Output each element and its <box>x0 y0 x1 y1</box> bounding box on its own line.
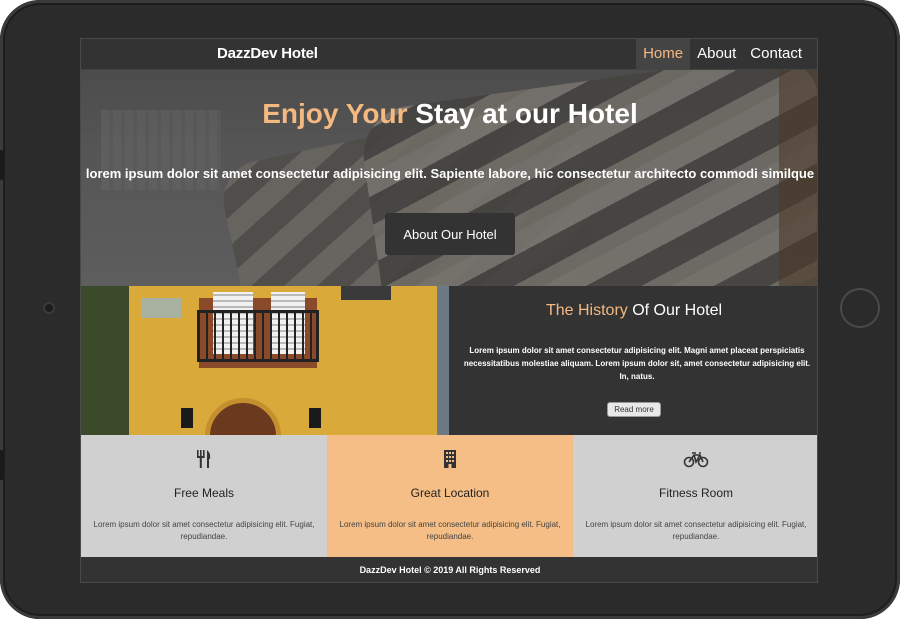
brand-logo[interactable]: DazzDev Hotel <box>217 45 318 62</box>
image-balcony-rail <box>197 310 319 362</box>
image-lamp <box>181 408 193 428</box>
feature-title: Free Meals <box>173 486 235 500</box>
feature-title: Fitness Room <box>658 486 734 500</box>
history-title: The History Of Our Hotel <box>449 302 817 320</box>
image-palm-tree <box>81 286 129 435</box>
image-edge <box>437 286 449 435</box>
image-lamp <box>309 408 321 428</box>
image-arched-door <box>205 398 281 435</box>
screen: DazzDev Hotel Home About Contact Enjoy Y… <box>80 38 818 583</box>
features-section: Free Meals Lorem ipsum dolor sit amet co… <box>81 435 817 557</box>
image-window <box>341 286 391 300</box>
nav-link-about[interactable]: About <box>690 39 743 70</box>
tablet-side-button <box>0 450 4 480</box>
hero-title: Enjoy Your Stay at our Hotel <box>81 98 817 130</box>
feature-card-free-meals: Free Meals Lorem ipsum dolor sit amet co… <box>81 435 327 557</box>
camera-icon <box>43 302 55 314</box>
feature-card-fitness-room: Fitness Room Lorem ipsum dolor sit amet … <box>573 435 817 557</box>
nav-link-contact[interactable]: Contact <box>743 39 809 70</box>
nav-links: Home About Contact <box>636 39 809 70</box>
hero-section: Enjoy Your Stay at our Hotel lorem ipsum… <box>81 70 817 286</box>
hotel-building-image <box>81 286 449 435</box>
history-text: Lorem ipsum dolor sit amet consectetur a… <box>463 346 811 381</box>
read-more-button[interactable]: Read more <box>607 402 661 417</box>
feature-text: Lorem ipsum dolor sit amet consectetur a… <box>93 520 315 541</box>
feature-text: Lorem ipsum dolor sit amet consectetur a… <box>585 520 807 541</box>
utensils-icon <box>81 449 327 469</box>
nav-link-home[interactable]: Home <box>636 39 691 70</box>
home-button[interactable] <box>840 288 880 328</box>
history-section: The History Of Our Hotel Lorem ipsum dol… <box>81 286 817 435</box>
building-icon <box>327 449 573 469</box>
navbar: DazzDev Hotel Home About Contact <box>81 39 817 70</box>
hero-title-accent: Enjoy Your <box>262 98 408 129</box>
hero-subtitle: lorem ipsum dolor sit amet consectetur a… <box>85 166 815 181</box>
bicycle-icon <box>573 449 817 469</box>
image-window <box>141 298 181 318</box>
footer: DazzDev Hotel © 2019 All Rights Reserved <box>81 557 817 582</box>
history-title-accent: The History <box>545 302 628 319</box>
hero-title-rest: Stay at our Hotel <box>415 98 638 129</box>
history-title-rest: Of Our Hotel <box>632 302 723 319</box>
feature-title: Great Location <box>410 486 490 500</box>
feature-card-great-location: Great Location Lorem ipsum dolor sit ame… <box>327 435 573 557</box>
tablet-side-button <box>0 150 4 180</box>
tablet-frame: DazzDev Hotel Home About Contact Enjoy Y… <box>0 0 900 619</box>
about-hotel-button[interactable]: About Our Hotel <box>385 213 515 255</box>
feature-text: Lorem ipsum dolor sit amet consectetur a… <box>339 520 561 541</box>
